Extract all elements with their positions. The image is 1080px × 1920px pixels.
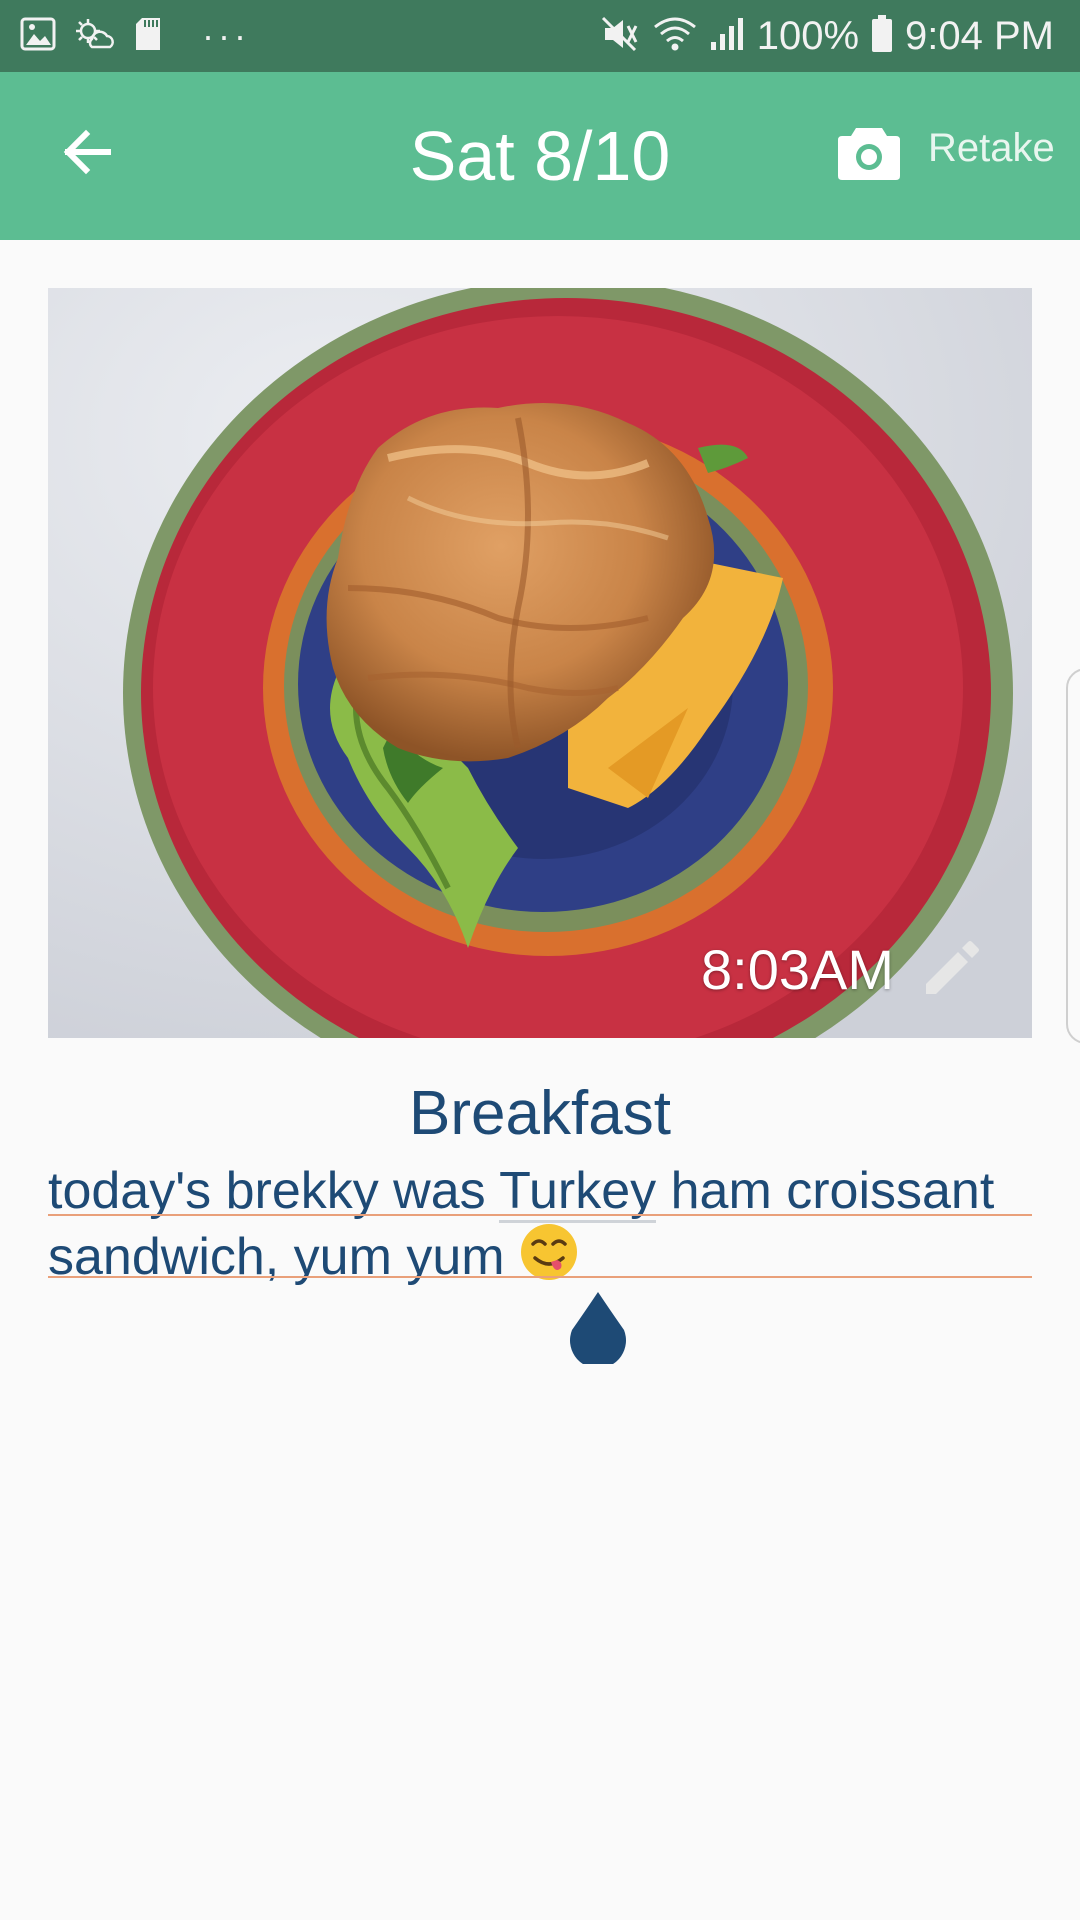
- battery-icon: [871, 15, 893, 57]
- camera-icon: [838, 128, 900, 180]
- weather-icon: [74, 17, 116, 55]
- photo-timestamp: 8:03AM: [701, 938, 894, 1001]
- cursor-drop-icon: [570, 1292, 626, 1369]
- edge-panel-handle[interactable]: [1066, 668, 1080, 1044]
- meal-type-title[interactable]: Breakfast: [0, 1078, 1080, 1149]
- pencil-icon: [926, 941, 979, 994]
- note-text-part1: today's brekky was: [48, 1162, 500, 1220]
- mute-icon: [599, 14, 641, 58]
- retake-button[interactable]: Retake: [928, 126, 1055, 171]
- app-bar: Sat 8/10 Retake: [0, 72, 1080, 240]
- more-notifications-icon: ···: [202, 15, 250, 56]
- battery-percent: 100%: [756, 13, 860, 58]
- yum-emoji-icon: [519, 1222, 579, 1282]
- gallery-icon: [20, 17, 56, 55]
- camera-button[interactable]: [838, 124, 900, 182]
- meal-notes-field[interactable]: today's brekky was Turkey ham croissant …: [48, 1160, 1032, 1290]
- page-title: Sat 8/10: [409, 117, 671, 195]
- text-cursor-handle[interactable]: [566, 1290, 630, 1369]
- note-line-divider-2: [48, 1276, 1032, 1278]
- status-bar: ··· 100% 9:04 PM: [0, 0, 1080, 72]
- sd-card-icon: [134, 16, 162, 56]
- clock: 9:04 PM: [905, 13, 1054, 58]
- note-line-divider-1: [48, 1214, 1032, 1216]
- wifi-icon: [653, 15, 697, 57]
- meal-photo[interactable]: 8:03AM: [48, 288, 1032, 1038]
- note-text-part2: ham croissant: [656, 1162, 995, 1220]
- croissant-sandwich-image: [48, 288, 1032, 1038]
- signal-icon: [709, 16, 745, 56]
- edit-time-button[interactable]: [922, 940, 980, 998]
